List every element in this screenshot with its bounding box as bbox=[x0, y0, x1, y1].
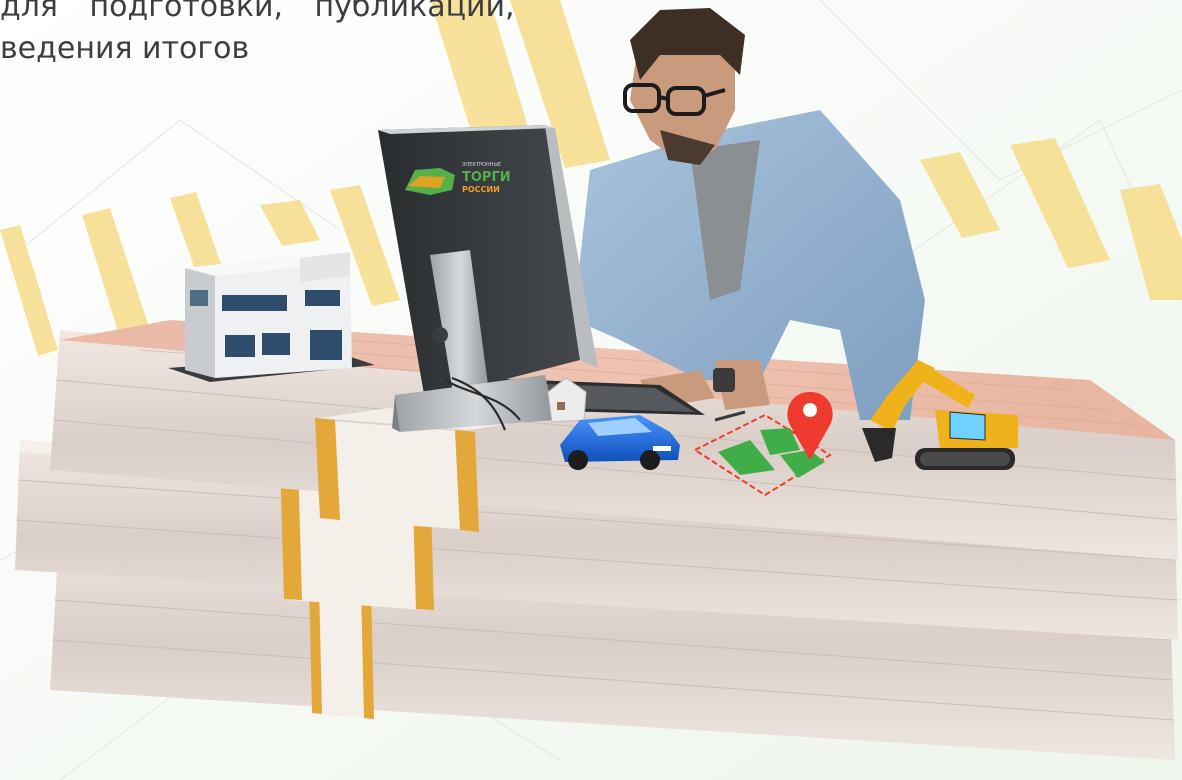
logo-small-text: ЭЛЕКТРОННЫЕ bbox=[462, 162, 501, 168]
hero-illustration: ЭЛЕКТРОННЫЕ ТОРГИ РОССИИ bbox=[0, 0, 1182, 780]
intro-line-1: для подготовки, публикации, bbox=[0, 0, 515, 24]
wristwatch-icon bbox=[713, 368, 735, 392]
building-icon bbox=[168, 252, 375, 382]
logo-main-text: ТОРГИ bbox=[462, 170, 511, 185]
intro-paragraph: для подготовки, публикации, ведения итог… bbox=[0, 0, 580, 69]
intro-line-2: ведения итогов bbox=[0, 31, 250, 66]
logo-sub-text: РОССИИ bbox=[462, 185, 500, 194]
